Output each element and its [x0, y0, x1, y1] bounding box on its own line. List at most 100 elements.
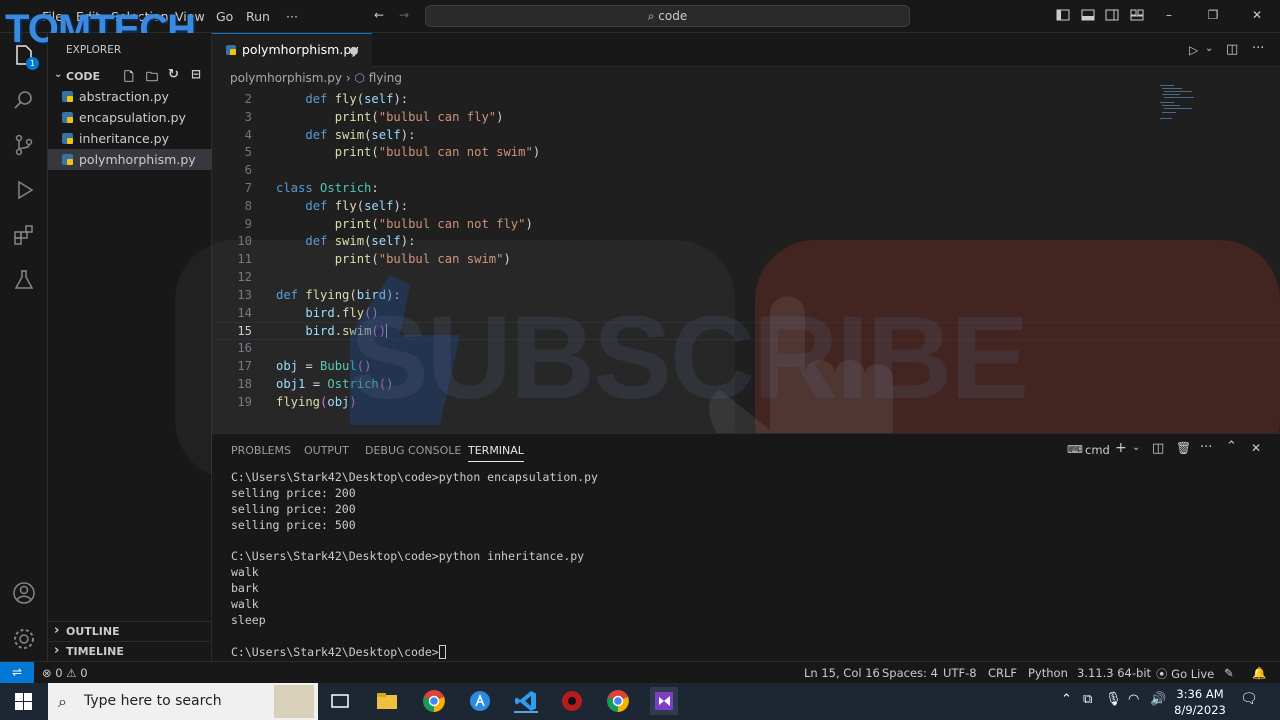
chevron-down-icon[interactable]: ⌄: [1205, 43, 1213, 54]
kill-terminal-trash-icon[interactable]: 🗑: [1176, 441, 1191, 455]
notifications-bell-icon[interactable]: 🔔: [1252, 666, 1266, 680]
manage-gear-icon[interactable]: [12, 627, 36, 651]
terminal-line: walk: [231, 597, 259, 612]
forward-arrow-icon[interactable]: →: [397, 8, 411, 22]
terminal-shell-name[interactable]: cmd: [1085, 443, 1110, 457]
code-line: 13 def flying(bird):: [237, 287, 401, 302]
file-explorer-icon[interactable]: [375, 689, 399, 713]
extensions-icon[interactable]: [12, 223, 36, 247]
python-file-icon: [62, 133, 73, 144]
volume-icon[interactable]: 🔊: [1150, 692, 1166, 707]
python-interpreter[interactable]: 3.11.3 64-bit: [1077, 666, 1151, 680]
code-editor[interactable]: 2 def fly(self): 3 print("bulbul can fly…: [212, 91, 1280, 411]
file-item-polymhorphism[interactable]: polymhorphism.py: [48, 149, 212, 170]
terminal-output[interactable]: C:\Users\Stark42\Desktop\code>python enc…: [231, 470, 598, 661]
clock-time: 3:36 AM: [1176, 687, 1224, 701]
new-terminal-icon[interactable]: +: [1115, 440, 1127, 456]
toggle-primary-sidebar-icon[interactable]: [1056, 8, 1070, 22]
sidebar-title: EXPLORER: [66, 44, 122, 56]
unsaved-dot-icon[interactable]: [350, 47, 358, 55]
collapse-all-icon[interactable]: ⊟: [191, 67, 201, 81]
testing-flask-icon[interactable]: [12, 268, 36, 292]
meet-now-icon[interactable]: ⧉: [1083, 692, 1092, 707]
windows-start-icon[interactable]: [15, 693, 32, 710]
warning-icon: ⚠: [66, 666, 77, 680]
timeline-section[interactable]: TIMELINE: [48, 641, 212, 661]
vscode-icon[interactable]: [514, 689, 538, 713]
record-app-icon[interactable]: [560, 689, 584, 713]
command-center-search[interactable]: ⌕ code: [425, 5, 910, 27]
search-highlight-image-icon: [274, 685, 314, 718]
notification-center-icon[interactable]: 🗨: [1240, 691, 1258, 707]
maximize-panel-icon[interactable]: ⌃: [1226, 439, 1237, 454]
terminal-prompt: C:\Users\Stark42\Desktop\code>: [231, 644, 439, 659]
problems-status[interactable]: ⊗ 0 ⚠ 0: [42, 666, 88, 680]
tab-output[interactable]: OUTPUT: [304, 444, 349, 457]
source-control-icon[interactable]: [12, 133, 36, 157]
tab-label: polymhorphism.py: [242, 42, 359, 57]
tab-terminal[interactable]: TERMINAL: [468, 444, 524, 462]
language-mode[interactable]: Python: [1028, 666, 1068, 680]
file-item-encapsulation[interactable]: encapsulation.py: [48, 107, 212, 128]
minimap[interactable]: [1160, 85, 1200, 125]
wifi-icon[interactable]: ◠: [1128, 692, 1139, 707]
minimize-icon[interactable]: –: [1162, 8, 1176, 22]
toggle-panel-icon[interactable]: [1081, 8, 1095, 22]
visual-studio-icon[interactable]: [650, 687, 678, 715]
outline-section[interactable]: OUTLINE: [48, 621, 212, 641]
account-icon[interactable]: [12, 581, 36, 605]
app-store-icon[interactable]: [468, 689, 492, 713]
editor-tab-bar: polymhorphism.py ▷ ⌄ ◫ ···: [212, 33, 1280, 67]
cursor-position[interactable]: Ln 15, Col 16: [804, 666, 880, 680]
feedback-icon[interactable]: ✎: [1224, 666, 1234, 680]
clock[interactable]: 3:36 AM 8/9/2023: [1170, 687, 1230, 717]
menu-more[interactable]: ···: [286, 9, 298, 24]
broadcast-icon: ⦿: [1156, 667, 1168, 681]
tab-problems[interactable]: PROBLEMS: [231, 444, 291, 457]
close-panel-icon[interactable]: ✕: [1251, 441, 1261, 455]
terminal-line: C:\Users\Stark42\Desktop\code>python inh…: [231, 549, 585, 564]
breadcrumb-symbol[interactable]: flying: [369, 71, 402, 85]
more-actions-icon[interactable]: ···: [1200, 440, 1212, 455]
remote-indicator-icon[interactable]: ⇌: [0, 662, 34, 684]
customize-layout-icon[interactable]: [1130, 8, 1144, 22]
run-debug-icon[interactable]: [12, 178, 36, 202]
menu-run[interactable]: Run: [246, 9, 270, 24]
file-name: inheritance.py: [79, 131, 169, 146]
search-icon[interactable]: [12, 88, 36, 112]
show-hidden-icons-chevron-icon[interactable]: ⌃: [1061, 692, 1072, 707]
line-ending[interactable]: CRLF: [988, 666, 1017, 680]
chrome-icon[interactable]: [422, 689, 446, 713]
folder-name: CODE: [66, 70, 101, 83]
terminal-line: bark: [231, 581, 259, 596]
code-line: 5 print("bulbul can not swim"): [244, 145, 541, 160]
close-window-icon[interactable]: ✕: [1250, 8, 1264, 22]
back-arrow-icon[interactable]: ←: [372, 8, 386, 22]
encoding[interactable]: UTF-8: [943, 666, 977, 680]
menu-go[interactable]: Go: [216, 9, 233, 24]
file-item-inheritance[interactable]: inheritance.py: [48, 128, 212, 149]
task-view-icon[interactable]: [328, 689, 352, 713]
chrome-profile-icon[interactable]: [606, 689, 630, 713]
go-live-button[interactable]: ⦿ Go Live: [1156, 666, 1214, 682]
file-item-abstraction[interactable]: abstraction.py: [48, 86, 212, 107]
tab-debug-console[interactable]: DEBUG CONSOLE: [365, 444, 461, 457]
restore-icon[interactable]: ❐: [1206, 8, 1220, 22]
chevron-down-icon[interactable]: ⌄: [1132, 442, 1140, 453]
breadcrumb: polymhorphism.py › ⬡ flying: [230, 69, 402, 87]
split-terminal-icon[interactable]: ◫: [1152, 441, 1164, 456]
split-editor-icon[interactable]: ◫: [1226, 42, 1238, 57]
breadcrumb-file[interactable]: polymhorphism.py: [230, 71, 342, 85]
terminal-line: sleep: [231, 613, 266, 628]
more-actions-icon[interactable]: ···: [1252, 41, 1264, 56]
toggle-secondary-sidebar-icon[interactable]: [1105, 8, 1119, 22]
folder-header[interactable]: ⌄ CODE 🗋 🗀 ↻ ⊟: [48, 66, 212, 88]
run-python-icon[interactable]: ▷: [1189, 43, 1198, 57]
microphone-icon[interactable]: 🎙: [1105, 692, 1122, 707]
status-bar: ⇌ ⊗ 0 ⚠ 0 Ln 15, Col 16 Spaces: 4 UTF-8 …: [0, 661, 1280, 684]
taskbar-search-box[interactable]: ⌕ Type here to search: [48, 683, 318, 720]
clock-date: 8/9/2023: [1174, 703, 1226, 717]
refresh-icon[interactable]: ↻: [168, 67, 179, 82]
indentation[interactable]: Spaces: 4: [882, 666, 938, 680]
tab-polymhorphism[interactable]: polymhorphism.py: [212, 33, 372, 67]
